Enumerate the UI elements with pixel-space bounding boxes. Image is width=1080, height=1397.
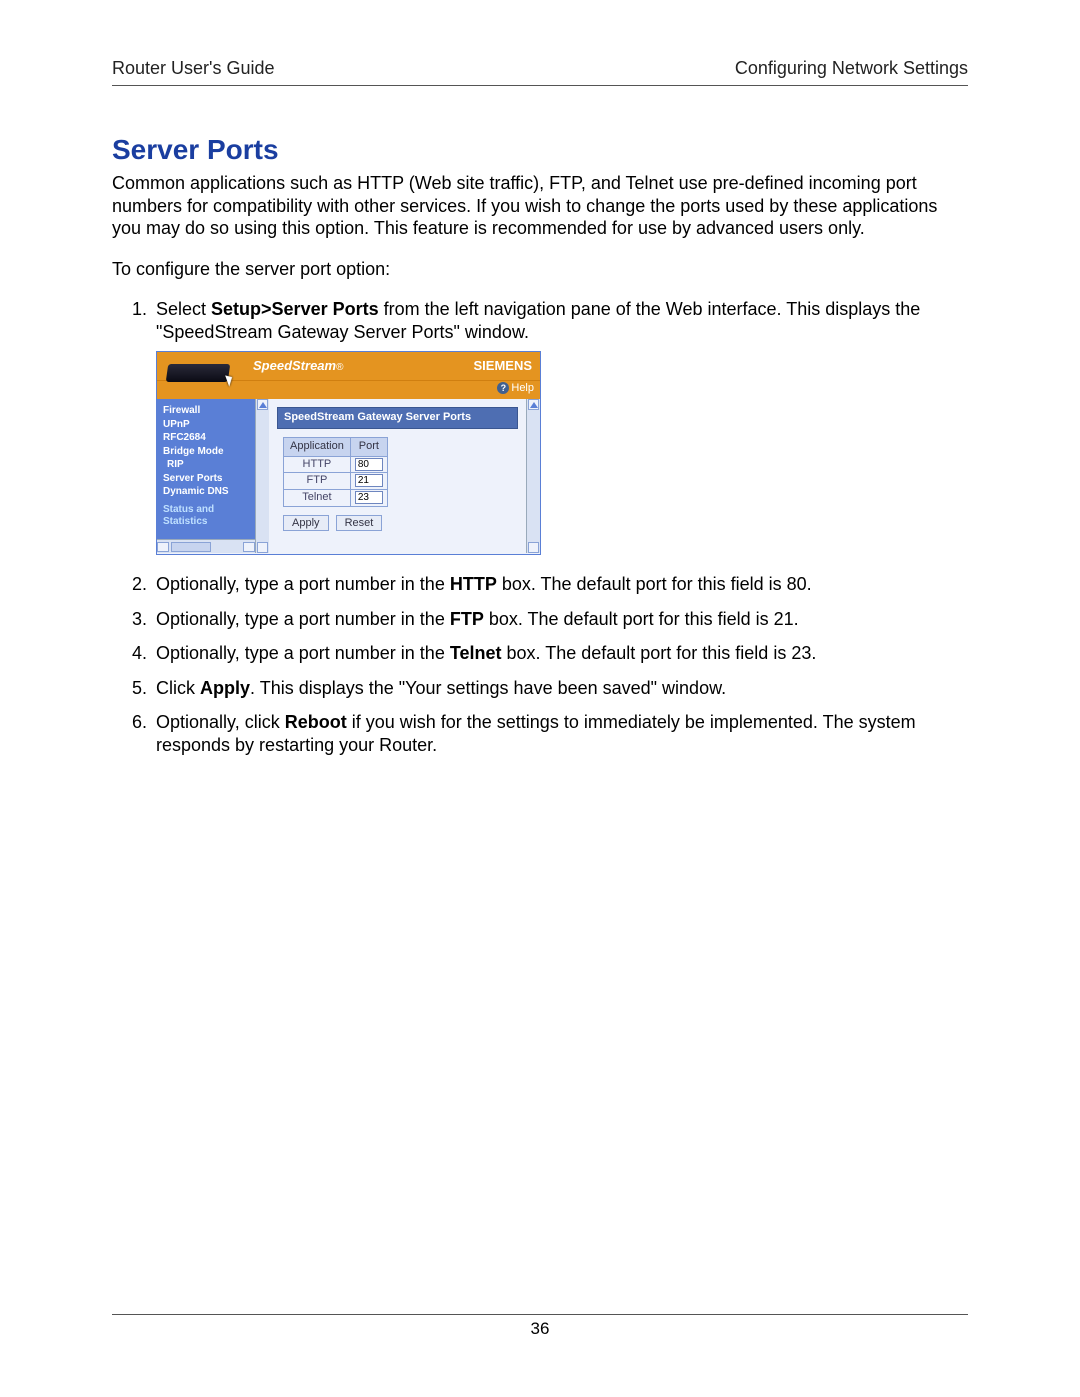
sidebar-item-bridge-mode[interactable]: Bridge Mode (163, 446, 251, 458)
step-3: Optionally, type a port number in the FT… (152, 608, 968, 631)
bold-ftp: FTP (450, 609, 484, 629)
reset-button[interactable]: Reset (336, 515, 383, 531)
shot-content: SpeedStream Gateway Server Ports Applica… (269, 399, 526, 553)
sidebar-item-rfc2684[interactable]: RFC2684 (163, 432, 251, 444)
shot-sidebar: Firewall UPnP RFC2684 Bridge Mode RIP Se… (157, 399, 255, 553)
intro-followup: To configure the server port option: (112, 258, 968, 281)
bold-setup-server-ports: Setup>Server Ports (211, 299, 379, 319)
step-1: Select Setup>Server Ports from the left … (152, 298, 968, 555)
sidebar-section-status[interactable]: Status and Statistics (163, 504, 251, 529)
vendor-label: SIEMENS (473, 358, 532, 374)
col-port: Port (350, 437, 387, 456)
shot-banner: SpeedStream® SIEMENS (157, 352, 540, 380)
sidebar-horizontal-scrollbar[interactable] (157, 539, 255, 553)
table-row: FTP (284, 473, 388, 490)
table-row: HTTP (284, 456, 388, 473)
sidebar-item-server-ports[interactable]: Server Ports (163, 473, 251, 485)
step-5: Click Apply. This displays the "Your set… (152, 677, 968, 700)
page-number: 36 (531, 1319, 550, 1338)
cursor-icon (225, 373, 235, 386)
content-vertical-scrollbar[interactable] (526, 399, 540, 553)
ports-table: Application Port HTTP FTP (283, 437, 388, 507)
bold-http: HTTP (450, 574, 497, 594)
brand-label: SpeedStream® (253, 358, 343, 375)
document-page: Router User's Guide Configuring Network … (0, 0, 1080, 1397)
telnet-port-input[interactable] (355, 491, 383, 504)
page-header: Router User's Guide Configuring Network … (112, 58, 968, 86)
apply-button[interactable]: Apply (283, 515, 329, 531)
embedded-screenshot: SpeedStream® SIEMENS ?Help Firewall UPnP… (156, 351, 541, 555)
section-title: Server Ports (112, 134, 968, 166)
sidebar-item-dynamic-dns[interactable]: Dynamic DNS (163, 486, 251, 498)
ftp-port-input[interactable] (355, 474, 383, 487)
router-icon (161, 354, 239, 390)
app-http: HTTP (284, 456, 351, 473)
intro-paragraph: Common applications such as HTTP (Web si… (112, 172, 968, 240)
sidebar-vertical-scrollbar[interactable] (255, 399, 269, 553)
page-footer: 36 (112, 1314, 968, 1339)
bold-apply: Apply (200, 678, 250, 698)
http-port-input[interactable] (355, 458, 383, 471)
steps-list: Select Setup>Server Ports from the left … (112, 298, 968, 756)
bold-telnet: Telnet (450, 643, 502, 663)
help-icon: ? (497, 382, 509, 394)
step-6: Optionally, click Reboot if you wish for… (152, 711, 968, 756)
sidebar-item-firewall[interactable]: Firewall (163, 405, 251, 417)
bold-reboot: Reboot (285, 712, 347, 732)
help-link[interactable]: ?Help (497, 382, 534, 396)
app-telnet: Telnet (284, 490, 351, 507)
header-right: Configuring Network Settings (735, 58, 968, 79)
col-application: Application (284, 437, 351, 456)
sidebar-item-upnp[interactable]: UPnP (163, 419, 251, 431)
header-left: Router User's Guide (112, 58, 275, 79)
panel-title: SpeedStream Gateway Server Ports (277, 407, 518, 429)
app-ftp: FTP (284, 473, 351, 490)
table-row: Telnet (284, 490, 388, 507)
step-4: Optionally, type a port number in the Te… (152, 642, 968, 665)
sidebar-item-rip[interactable]: RIP (163, 459, 251, 471)
step-2: Optionally, type a port number in the HT… (152, 573, 968, 596)
